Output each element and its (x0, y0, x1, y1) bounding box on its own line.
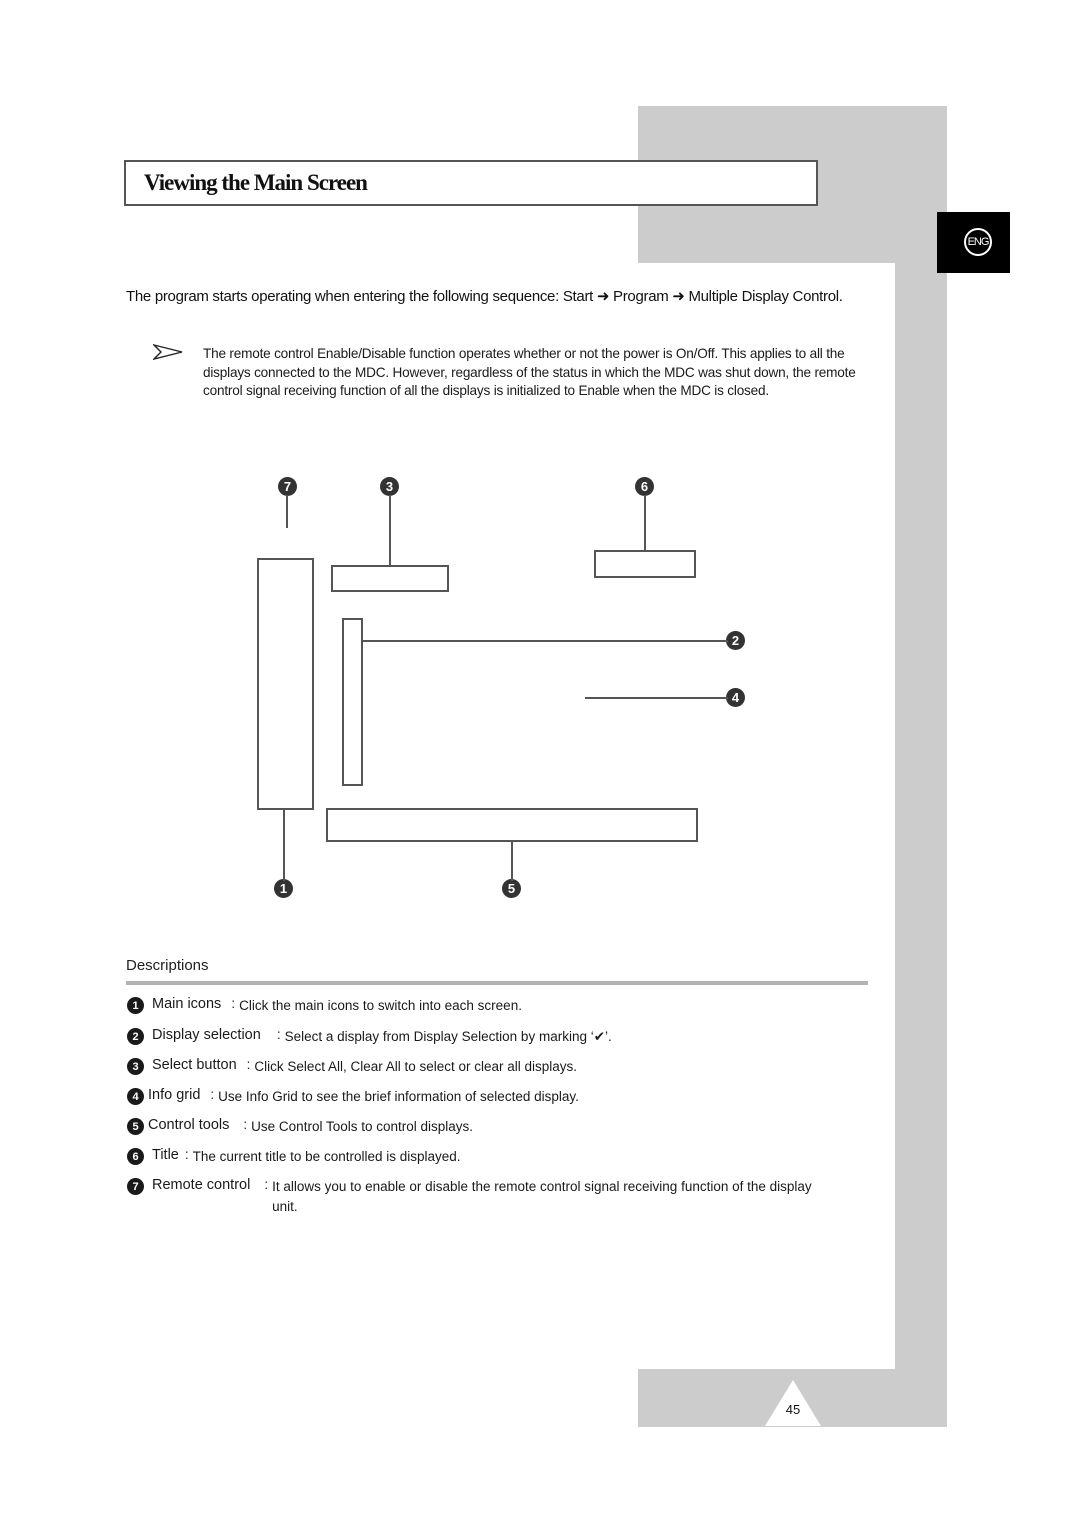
callout-marker-2: 2 (726, 631, 745, 650)
title-area (594, 550, 696, 578)
description-separator: : (210, 1087, 215, 1102)
callout-marker-7: 7 (278, 477, 297, 496)
description-separator: : (184, 1147, 189, 1162)
main-icons-panel (257, 558, 314, 810)
callout-marker-5: 5 (502, 879, 521, 898)
description-definition: Click Select All, Clear All to select or… (254, 1059, 578, 1074)
control-tools-panel (326, 808, 698, 842)
number-badge-icon: 5 (127, 1118, 144, 1135)
description-separator: : (276, 1027, 281, 1042)
callout-marker-6: 6 (635, 477, 654, 496)
description-item: 3 Select button : Click Select All, Clea… (127, 1057, 577, 1077)
number-badge-icon: 1 (127, 997, 144, 1014)
display-selection-panel (342, 618, 363, 786)
description-term: Select button (152, 1057, 237, 1073)
description-term: Info grid (148, 1087, 201, 1103)
description-term: Control tools (148, 1117, 230, 1133)
description-term: Title (152, 1147, 179, 1163)
descriptions-divider (126, 981, 868, 985)
language-badge-label: ENG (964, 228, 992, 256)
number-badge-icon: 6 (127, 1148, 144, 1165)
page-number-badge: 45 (765, 1380, 821, 1426)
number-badge-icon: 2 (127, 1028, 144, 1045)
description-item: 5 Control tools : Use Control Tools to c… (127, 1117, 473, 1137)
description-separator: : (231, 996, 236, 1011)
page-title: Viewing the Main Screen (144, 170, 368, 195)
note-arrow-icon (153, 344, 183, 360)
description-definition: Select a display from Display Selection … (284, 1029, 612, 1044)
language-badge: ENG (937, 212, 1010, 273)
leader-line-6 (644, 495, 646, 551)
description-definition: The current title to be controlled is di… (192, 1149, 461, 1164)
description-term: Display selection (152, 1027, 261, 1043)
leader-line-2 (362, 640, 728, 642)
description-definition: Use Info Grid to see the brief informati… (218, 1089, 579, 1104)
description-definition: It allows you to enable or disable the r… (272, 1179, 812, 1214)
descriptions-heading: Descriptions (126, 957, 209, 974)
description-separator: : (264, 1177, 269, 1192)
description-item: 7 Remote control : It allows you to enab… (127, 1177, 847, 1217)
page-title-box: Viewing the Main Screen (124, 160, 818, 206)
decor-side-strip (895, 262, 947, 1372)
number-badge-icon: 7 (127, 1178, 144, 1195)
description-separator: : (243, 1117, 248, 1132)
description-definition: Click the main icons to switch into each… (239, 998, 522, 1013)
description-term: Main icons (152, 996, 222, 1012)
leader-line-3 (389, 495, 391, 566)
description-separator: : (246, 1057, 251, 1072)
page-number: 45 (785, 1402, 801, 1417)
leader-line-5 (511, 841, 513, 881)
callout-marker-4: 4 (726, 688, 745, 707)
leader-line-7 (286, 495, 288, 528)
intro-text: The program starts operating when enteri… (126, 288, 843, 305)
description-item: 1 Main icons : Click the main icons to s… (127, 996, 522, 1016)
number-badge-icon: 3 (127, 1058, 144, 1075)
leader-line-1 (283, 809, 285, 881)
description-item: 4 Info grid : Use Info Grid to see the b… (127, 1087, 579, 1107)
description-term: Remote control (152, 1177, 251, 1193)
number-badge-icon: 4 (127, 1088, 144, 1105)
callout-marker-3: 3 (380, 477, 399, 496)
select-button-area (331, 565, 449, 592)
callout-marker-1: 1 (274, 879, 293, 898)
leader-line-4 (585, 697, 728, 699)
description-item: 6 Title : The current title to be contro… (127, 1147, 461, 1167)
description-definition: Use Control Tools to control displays. (251, 1119, 474, 1134)
description-item: 2 Display selection : Select a display f… (127, 1027, 612, 1047)
note-text: The remote control Enable/Disable functi… (203, 346, 856, 398)
